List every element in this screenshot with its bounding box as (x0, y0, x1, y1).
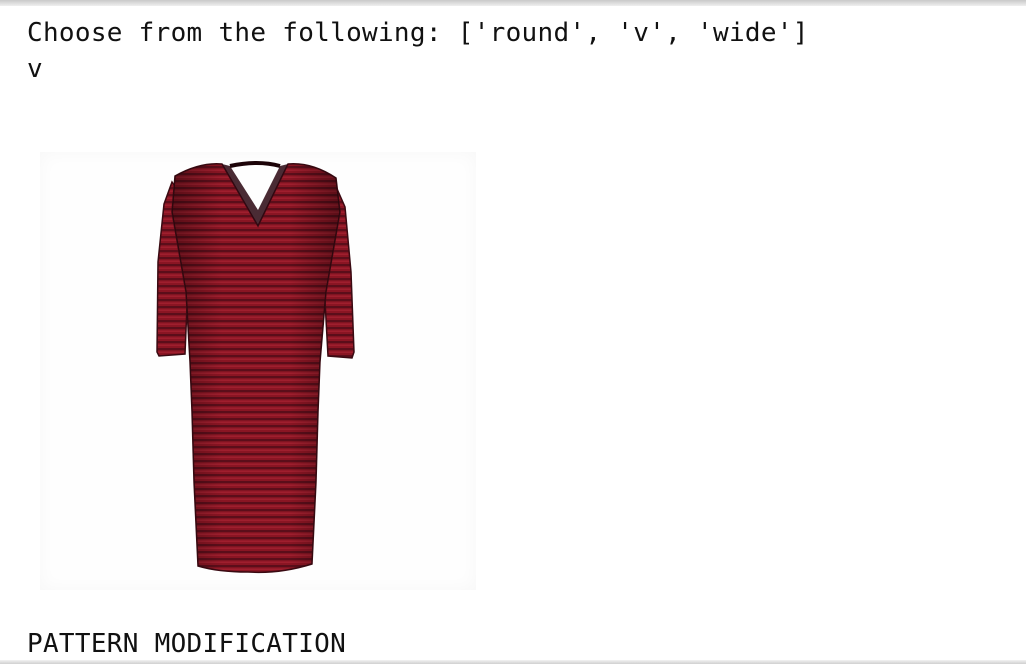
dress-icon (156, 161, 355, 574)
section-label: PATTERN MODIFICATION (27, 629, 347, 659)
question-answer: v (27, 54, 43, 84)
top-divider (0, 0, 1026, 6)
product-image (40, 152, 476, 590)
bottom-divider (0, 660, 1026, 664)
question-prompt: Choose from the following: ['round', 'v'… (27, 18, 809, 48)
